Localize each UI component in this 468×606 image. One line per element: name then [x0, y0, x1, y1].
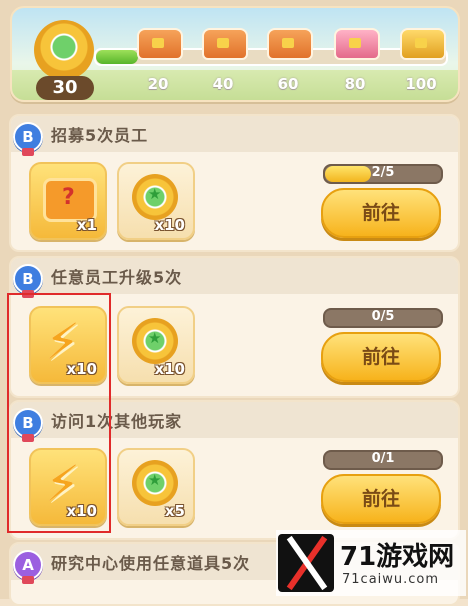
- lock-icon: [282, 38, 294, 48]
- milestone-chest-20[interactable]: [137, 22, 183, 60]
- task-progress-bar: 0/1: [323, 450, 443, 470]
- ribbon-icon: [22, 576, 34, 584]
- highlight-box: [7, 293, 111, 533]
- activity-coin-icon: [34, 20, 94, 80]
- activity-progress-fill: [96, 50, 138, 64]
- lock-icon: [349, 38, 361, 48]
- go-button[interactable]: 前往: [321, 474, 441, 524]
- activity-coin-icon: [132, 460, 178, 506]
- task-card: B 招募5次员工 x1 x10 2/5 前往: [9, 114, 460, 252]
- watermark-domain: 71caiwu.com: [342, 572, 440, 587]
- reward-qty: x1: [76, 216, 97, 234]
- milestone-label: 100: [405, 75, 437, 93]
- rank-letter: B: [22, 270, 34, 288]
- lock-icon: [152, 38, 164, 48]
- rank-badge: A: [13, 550, 43, 584]
- reward-slot[interactable]: x10: [117, 162, 195, 240]
- go-button[interactable]: 前往: [321, 188, 441, 238]
- activity-progress-panel: 30 20 40 60 80 100: [10, 6, 460, 102]
- milestone-chest-80[interactable]: [334, 22, 380, 60]
- lock-icon: [217, 38, 229, 48]
- milestone-label: 80: [344, 75, 366, 93]
- rank-letter: A: [22, 556, 34, 574]
- activity-coin-icon: [132, 174, 178, 220]
- reward-qty: x10: [154, 360, 185, 378]
- go-button[interactable]: 前往: [321, 332, 441, 382]
- task-screen: 30 20 40 60 80 100 B 招募5次员工 x1 x10 2/5 前…: [0, 0, 468, 606]
- milestone-label: 40: [212, 75, 234, 93]
- reward-slot[interactable]: x10: [117, 306, 195, 384]
- activity-points: 30: [36, 76, 94, 100]
- task-progress-bar: 0/5: [323, 308, 443, 328]
- milestone-chest-60[interactable]: [267, 22, 313, 60]
- task-progress-text: 0/5: [371, 309, 395, 324]
- milestone-chest-40[interactable]: [202, 22, 248, 60]
- task-title: 任意员工升级5次: [51, 268, 183, 287]
- watermark-brand: 71游戏网: [340, 542, 455, 572]
- task-progress-text: 2/5: [371, 165, 395, 180]
- activity-points-badge: 30: [34, 20, 94, 100]
- reward-slot[interactable]: x5: [117, 448, 195, 526]
- watermark: 71游戏网 71caiwu.com: [276, 530, 466, 596]
- rank-badge: B: [13, 122, 43, 156]
- task-title: 招募5次员工: [51, 126, 149, 145]
- lock-icon: [415, 38, 427, 48]
- milestone-label: 20: [147, 75, 169, 93]
- brand-logo-icon: [278, 534, 334, 592]
- task-title: 研究中心使用任意道具5次: [51, 554, 251, 573]
- rank-badge: B: [13, 264, 43, 298]
- milestone-label: 60: [277, 75, 299, 93]
- reward-qty: x10: [154, 216, 185, 234]
- milestone-chest-100[interactable]: [400, 22, 446, 60]
- reward-qty: x5: [164, 502, 185, 520]
- rank-letter: B: [22, 128, 34, 146]
- reward-slot[interactable]: x1: [29, 162, 107, 240]
- activity-coin-icon: [132, 318, 178, 364]
- task-progress-bar: 2/5: [323, 164, 443, 184]
- ribbon-icon: [22, 148, 34, 156]
- task-progress-text: 0/1: [371, 451, 395, 466]
